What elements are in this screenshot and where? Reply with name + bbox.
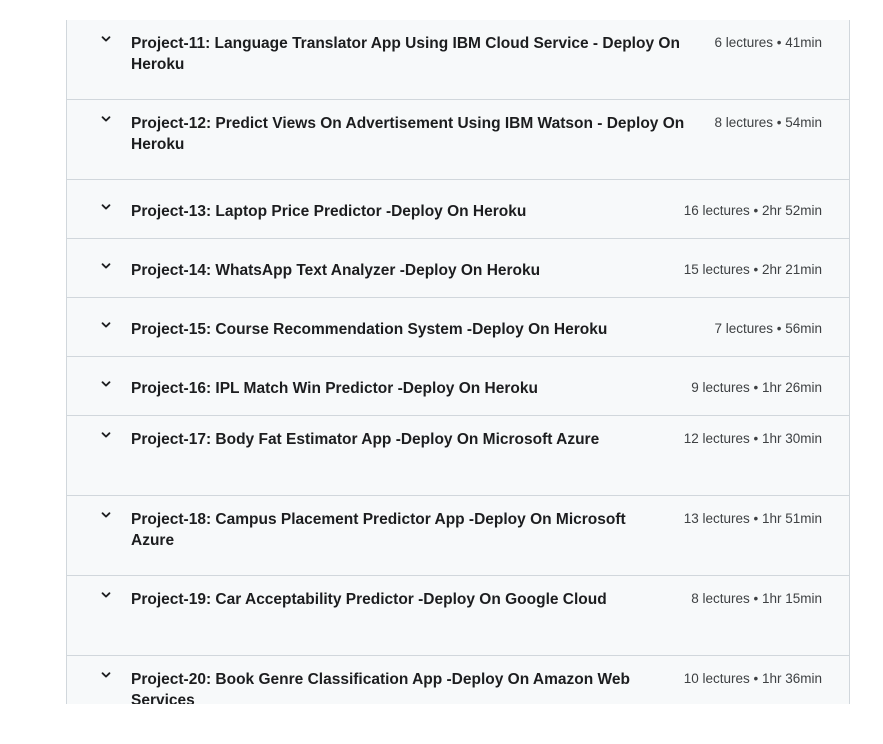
section-meta: 10 lectures • 1hr 36min xyxy=(683,671,822,686)
section-meta: 13 lectures • 1hr 51min xyxy=(683,511,822,526)
section-title[interactable]: Project-13: Laptop Price Predictor -Depl… xyxy=(131,201,684,222)
chevron-down-icon[interactable] xyxy=(99,201,113,213)
section-meta: 12 lectures • 1hr 30min xyxy=(683,431,822,446)
section-project-20[interactable]: Project-20: Book Genre Classification Ap… xyxy=(67,656,849,704)
section-meta: 8 lectures • 54min xyxy=(714,115,822,130)
chevron-down-icon[interactable] xyxy=(99,589,113,601)
section-title[interactable]: Project-19: Car Acceptability Predictor … xyxy=(131,589,691,610)
chevron-down-icon[interactable] xyxy=(99,113,113,125)
section-project-19[interactable]: Project-19: Car Acceptability Predictor … xyxy=(67,576,849,656)
section-project-12[interactable]: Project-12: Predict Views On Advertiseme… xyxy=(67,100,849,180)
section-meta: 8 lectures • 1hr 15min xyxy=(691,591,822,606)
section-project-11[interactable]: Project-11: Language Translator App Usin… xyxy=(67,20,849,100)
chevron-down-icon[interactable] xyxy=(99,429,113,441)
section-project-13[interactable]: Project-13: Laptop Price Predictor -Depl… xyxy=(67,180,849,239)
section-meta: 7 lectures • 56min xyxy=(714,321,822,336)
section-project-17[interactable]: Project-17: Body Fat Estimator App -Depl… xyxy=(67,416,849,496)
section-project-14[interactable]: Project-14: WhatsApp Text Analyzer -Depl… xyxy=(67,239,849,298)
section-project-16[interactable]: Project-16: IPL Match Win Predictor -Dep… xyxy=(67,357,849,416)
section-title[interactable]: Project-15: Course Recommendation System… xyxy=(131,319,714,340)
section-title[interactable]: Project-16: IPL Match Win Predictor -Dep… xyxy=(131,378,691,399)
chevron-down-icon[interactable] xyxy=(99,260,113,272)
section-meta: 16 lectures • 2hr 52min xyxy=(683,203,822,218)
section-title[interactable]: Project-17: Body Fat Estimator App -Depl… xyxy=(131,429,684,450)
course-curriculum: Project-11: Language Translator App Usin… xyxy=(66,20,850,704)
chevron-down-icon[interactable] xyxy=(99,378,113,390)
chevron-down-icon[interactable] xyxy=(99,33,113,45)
section-project-15[interactable]: Project-15: Course Recommendation System… xyxy=(67,298,849,357)
section-title[interactable]: Project-12: Predict Views On Advertiseme… xyxy=(131,113,714,155)
section-meta: 9 lectures • 1hr 26min xyxy=(691,380,822,395)
section-title[interactable]: Project-14: WhatsApp Text Analyzer -Depl… xyxy=(131,260,684,281)
section-project-18[interactable]: Project-18: Campus Placement Predictor A… xyxy=(67,496,849,576)
section-title[interactable]: Project-18: Campus Placement Predictor A… xyxy=(131,509,684,551)
chevron-down-icon[interactable] xyxy=(99,669,113,681)
section-title[interactable]: Project-11: Language Translator App Usin… xyxy=(131,33,714,75)
section-meta: 6 lectures • 41min xyxy=(714,35,822,50)
section-meta: 15 lectures • 2hr 21min xyxy=(683,262,822,277)
section-title[interactable]: Project-20: Book Genre Classification Ap… xyxy=(131,669,684,704)
chevron-down-icon[interactable] xyxy=(99,319,113,331)
chevron-down-icon[interactable] xyxy=(99,509,113,521)
